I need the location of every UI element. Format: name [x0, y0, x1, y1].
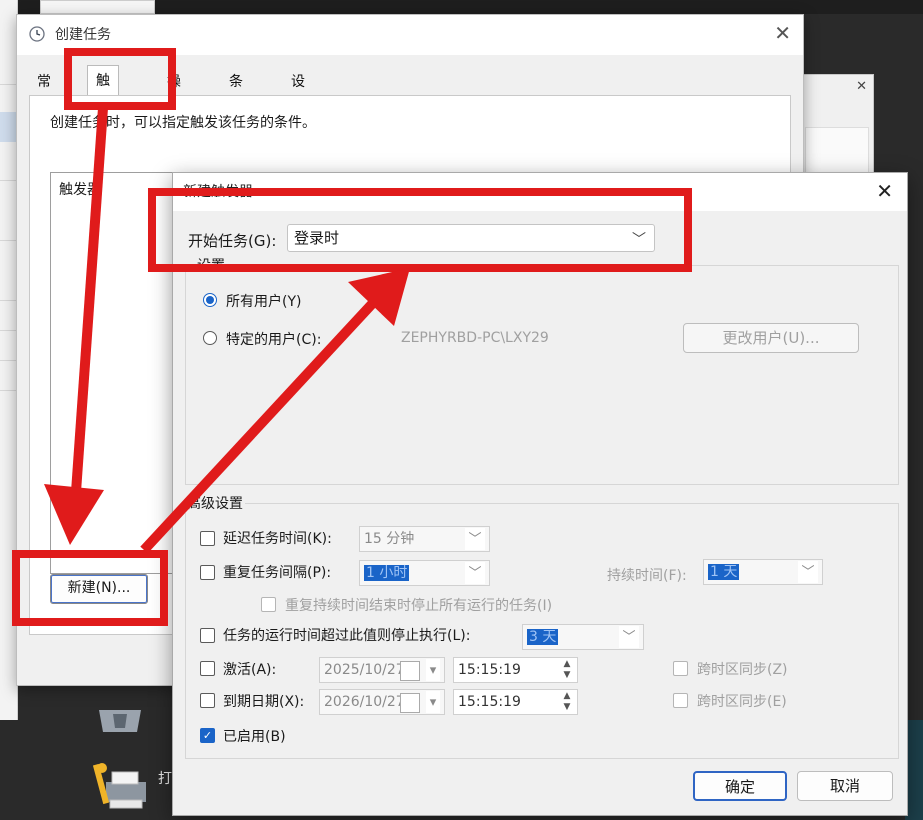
annotation-arrows — [44, 107, 410, 554]
